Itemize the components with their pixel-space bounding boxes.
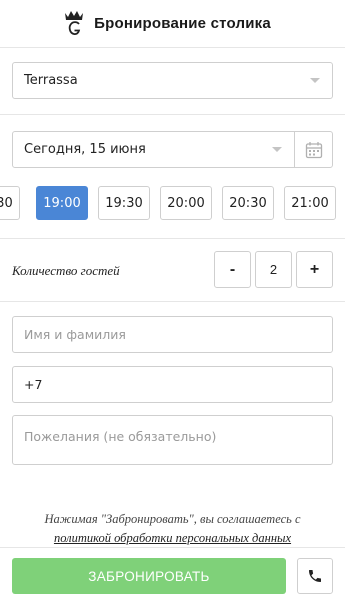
guests-decrement-button[interactable]: - (214, 251, 251, 288)
consent-sentence: Нажимая "Забронировать", вы соглашаетесь… (44, 512, 301, 526)
chevron-down-icon (310, 78, 320, 83)
crowned-g-monogram-icon (65, 10, 84, 35)
restaurant-select[interactable]: Terrassa (12, 62, 333, 99)
time-slot[interactable]: 19:30 (98, 186, 150, 220)
consent-text: Нажимая "Забронировать", вы соглашаетесь… (0, 510, 345, 548)
chevron-down-icon (272, 147, 282, 152)
time-slot-carousel[interactable]: 20:30 19:00 19:30 20:00 20:30 21:00 (0, 186, 345, 220)
guests-count: 2 (255, 251, 292, 288)
time-slot[interactable]: 21:00 (284, 186, 336, 220)
phone-field[interactable] (12, 366, 333, 403)
call-button[interactable] (297, 558, 333, 594)
calendar-button[interactable] (295, 132, 332, 167)
divider (0, 301, 345, 302)
calendar-icon (305, 141, 322, 158)
book-button[interactable]: ЗАБРОНИРОВАТЬ (12, 558, 286, 594)
guests-increment-button[interactable]: + (296, 251, 333, 288)
phone-icon (309, 570, 321, 582)
bottom-bar: ЗАБРОНИРОВАТЬ (0, 547, 345, 600)
time-slot[interactable]: 20:30 (222, 186, 274, 220)
page-title: Бронирование столика (94, 15, 271, 32)
restaurant-select-value: Terrassa (24, 73, 78, 88)
header: Бронирование столика (0, 0, 345, 48)
divider (0, 238, 345, 239)
date-select[interactable]: Сегодня, 15 июня (12, 131, 333, 168)
divider (0, 114, 345, 115)
name-field[interactable] (12, 316, 333, 353)
guests-label: Количество гостей (12, 263, 120, 278)
privacy-policy-link[interactable]: политикой обработки персональных данных (54, 531, 291, 545)
time-slot-selected[interactable]: 19:00 (36, 186, 88, 220)
time-slot[interactable]: 20:00 (160, 186, 212, 220)
time-slot[interactable]: 20:30 (0, 186, 20, 220)
wishes-field[interactable] (12, 415, 333, 465)
date-select-value: Сегодня, 15 июня (24, 142, 146, 157)
